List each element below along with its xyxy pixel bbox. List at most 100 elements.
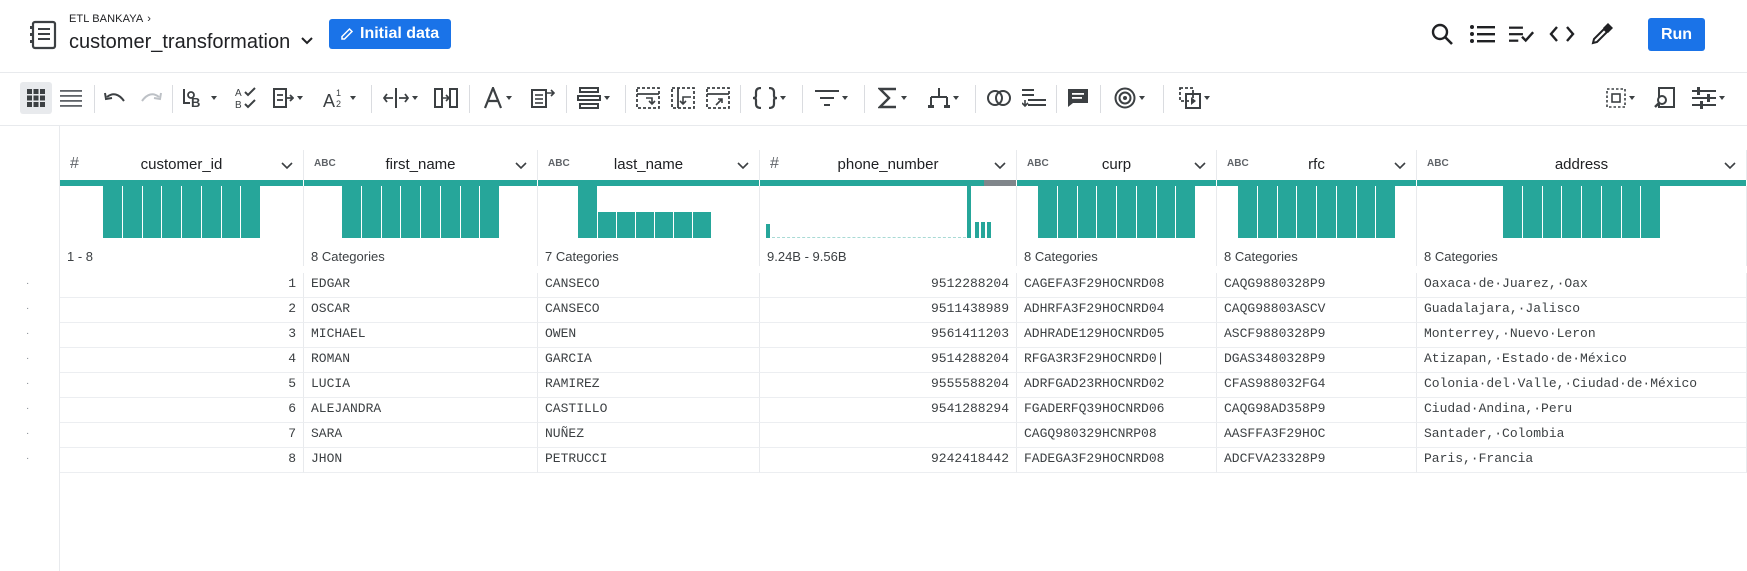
histogram-bar[interactable]	[1077, 186, 1098, 238]
table-cell-rfc[interactable]: CAQG98803ASCV	[1217, 298, 1417, 323]
validate-icon[interactable]: AB	[233, 82, 259, 114]
table-cell-phone_number[interactable]: 9555588204	[760, 373, 1017, 398]
column-histogram[interactable]: 7 Categories	[538, 186, 760, 266]
column-header-address[interactable]: ABC address	[1417, 150, 1747, 180]
table-cell-rfc[interactable]: CAQG9880328P9	[1217, 273, 1417, 298]
table-cell-address[interactable]: Oaxaca·de·Juarez,·Oax	[1417, 273, 1747, 298]
target-icon[interactable]	[1108, 82, 1152, 114]
table-cell-customer_id[interactable]: 3	[60, 323, 304, 348]
histogram-bar[interactable]	[1057, 186, 1078, 238]
histogram-bar[interactable]	[1317, 186, 1337, 238]
column-header-last_name[interactable]: ABC last_name	[538, 150, 760, 180]
table-cell-curp[interactable]: FADEGA3F29HOCNRD08	[1017, 448, 1217, 473]
table-cell-phone_number[interactable]: 9541288294	[760, 398, 1017, 423]
table-cell-phone_number[interactable]	[760, 423, 1017, 448]
histogram-bar[interactable]	[460, 186, 481, 238]
row-marker[interactable]: ·	[26, 373, 32, 395]
table-cell-customer_id[interactable]: 2	[60, 298, 304, 323]
table-cell-first_name[interactable]: EDGAR	[304, 273, 538, 298]
histogram-bar[interactable]	[480, 186, 500, 238]
histogram-bar[interactable]	[981, 222, 986, 238]
column-histogram[interactable]: 8 Categories	[304, 186, 538, 266]
table-cell-curp[interactable]: ADHRADE129HOCNRD05	[1017, 323, 1217, 348]
histogram-bar[interactable]	[342, 186, 362, 238]
column-header-curp[interactable]: ABC curp	[1017, 150, 1217, 180]
comment-icon[interactable]	[1064, 82, 1092, 114]
column-menu-chevron-icon[interactable]	[281, 160, 293, 172]
histogram-bar[interactable]	[1156, 186, 1177, 238]
column-menu-chevron-icon[interactable]	[515, 160, 527, 172]
histogram-bar[interactable]	[1097, 186, 1117, 238]
undo-icon[interactable]	[102, 82, 128, 114]
histogram-bar[interactable]	[636, 212, 655, 238]
column-header-customer_id[interactable]: # customer_id	[60, 150, 304, 180]
list-view-icon[interactable]	[55, 82, 87, 114]
row-marker[interactable]: ·	[26, 348, 32, 370]
histogram-bar[interactable]	[1297, 186, 1317, 238]
table-cell-first_name[interactable]: OSCAR	[304, 298, 538, 323]
histogram-bar[interactable]	[401, 186, 421, 238]
more-actions-icon[interactable]	[1173, 82, 1217, 114]
table-cell-first_name[interactable]: LUCIA	[304, 373, 538, 398]
histogram-bar[interactable]	[598, 212, 617, 238]
column-histogram[interactable]: 1 - 8	[60, 186, 304, 266]
version-button[interactable]: Initial data	[329, 19, 452, 49]
table-cell-rfc[interactable]: ASCF9880328P9	[1217, 323, 1417, 348]
format-icon[interactable]	[268, 82, 308, 114]
histogram-bar[interactable]	[617, 212, 636, 238]
group-by-icon[interactable]	[923, 82, 965, 114]
histogram-bar[interactable]	[381, 186, 402, 238]
table-cell-address[interactable]: Santader,·Colombia	[1417, 423, 1747, 448]
run-button[interactable]: Run	[1648, 18, 1705, 51]
merge-columns-icon[interactable]	[431, 82, 461, 114]
table-cell-customer_id[interactable]: 1	[60, 273, 304, 298]
histogram-bar[interactable]	[1136, 186, 1157, 238]
histogram-bar[interactable]	[361, 186, 382, 238]
histogram-bar[interactable]	[221, 186, 242, 238]
table-cell-phone_number[interactable]: 9561411203	[760, 323, 1017, 348]
table-cell-curp[interactable]: FGADERFQ39HOCNRD06	[1017, 398, 1217, 423]
column-header-first_name[interactable]: ABC first_name	[304, 150, 538, 180]
union-icon[interactable]	[1020, 82, 1048, 114]
histogram-bar[interactable]	[241, 186, 261, 238]
list-icon[interactable]	[1469, 21, 1495, 47]
eyedropper-icon[interactable]	[1589, 21, 1615, 47]
row-marker[interactable]: ·	[26, 298, 32, 320]
table-cell-curp[interactable]: RFGA3R3F29HOCNRD0|	[1017, 348, 1217, 373]
column-histogram[interactable]: 8 Categories	[1217, 186, 1417, 266]
table-cell-rfc[interactable]: AASFFA3F29HOC	[1217, 423, 1417, 448]
column-header-rfc[interactable]: ABC rfc	[1217, 150, 1417, 180]
histogram-bar[interactable]	[1641, 186, 1661, 238]
nest-icon[interactable]	[748, 82, 792, 114]
row-marker[interactable]: ·	[26, 448, 32, 470]
table-cell-first_name[interactable]: MICHAEL	[304, 323, 538, 348]
table-cell-rfc[interactable]: CAQG98AD358P9	[1217, 398, 1417, 423]
table-cell-customer_id[interactable]: 7	[60, 423, 304, 448]
filter-icon[interactable]	[810, 82, 854, 114]
histogram-bar[interactable]	[975, 222, 980, 238]
histogram-bar[interactable]	[1336, 186, 1357, 238]
table-cell-phone_number[interactable]: 9511438989	[760, 298, 1017, 323]
table-cell-phone_number[interactable]: 9512288204	[760, 273, 1017, 298]
histogram-bar[interactable]	[1601, 186, 1622, 238]
histogram-bar[interactable]	[987, 222, 992, 238]
find-column-icon[interactable]	[1651, 82, 1679, 114]
histogram-bar[interactable]	[1356, 186, 1377, 238]
histogram-bar[interactable]	[142, 186, 163, 238]
page-title[interactable]: customer_transformation	[69, 31, 290, 54]
column-histogram[interactable]: 9.24B - 9.56B	[760, 186, 1017, 266]
column-menu-chevron-icon[interactable]	[737, 160, 749, 172]
column-menu-chevron-icon[interactable]	[1724, 160, 1736, 172]
table-cell-curp[interactable]: ADRFGAD23RHOCNRD02	[1017, 373, 1217, 398]
insert-rows-icon[interactable]	[574, 82, 614, 114]
histogram-bar[interactable]	[440, 186, 461, 238]
histogram-bar[interactable]	[1176, 186, 1196, 238]
table-cell-first_name[interactable]: SARA	[304, 423, 538, 448]
table-cell-customer_id[interactable]: 5	[60, 373, 304, 398]
table-cell-curp[interactable]: CAGEFA3F29HOCNRD08	[1017, 273, 1217, 298]
table-cell-first_name[interactable]: ROMAN	[304, 348, 538, 373]
breadcrumb-flow[interactable]: ETL BANKAYA	[69, 13, 143, 25]
aggregate-icon[interactable]	[873, 82, 913, 114]
table-cell-last_name[interactable]: OWEN	[538, 323, 760, 348]
unpivot-icon[interactable]	[669, 82, 697, 114]
